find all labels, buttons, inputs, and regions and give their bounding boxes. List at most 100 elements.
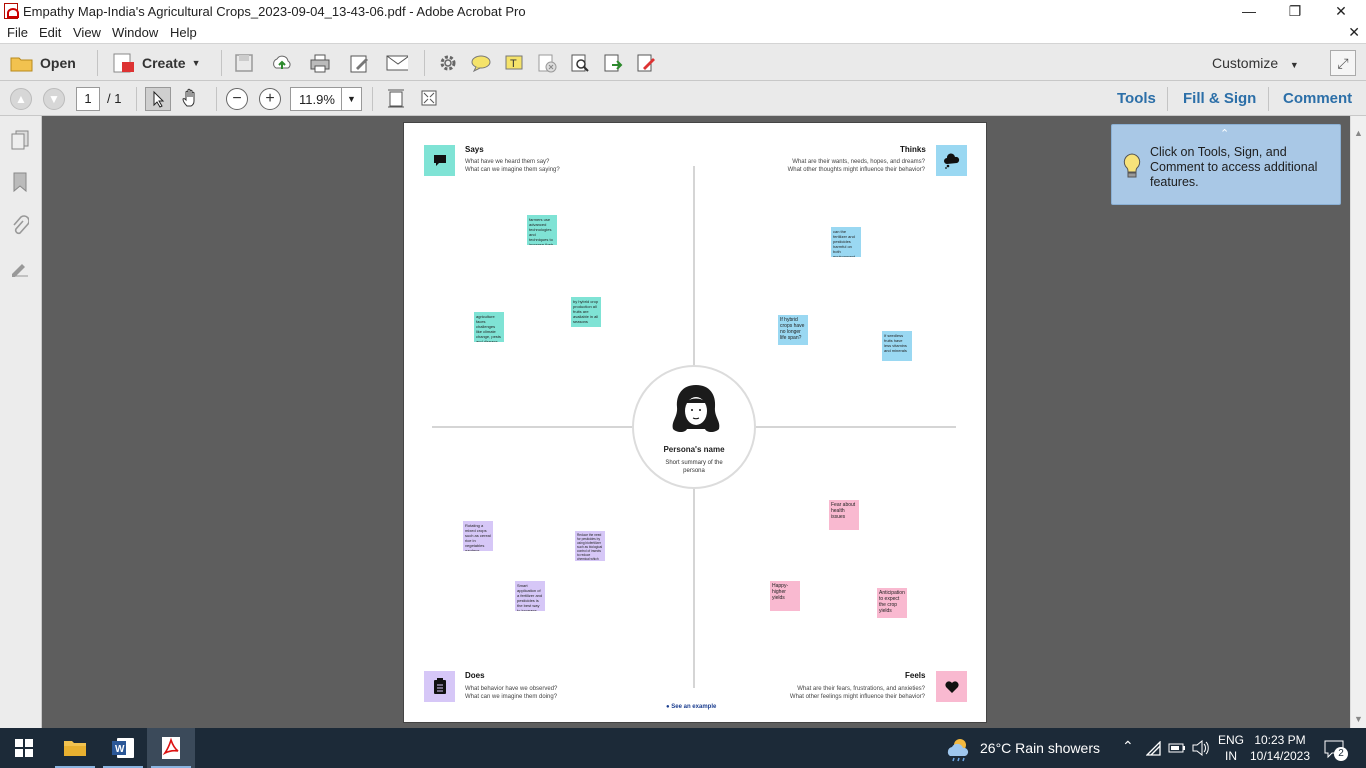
comment-icon[interactable] bbox=[470, 53, 492, 73]
sticky-note[interactable]: Happy- higher yields bbox=[770, 581, 800, 611]
word-app-icon[interactable]: W bbox=[99, 728, 147, 768]
search-icon[interactable] bbox=[569, 53, 591, 73]
main-toolbar: Open Create ▼ T Customize ▼ ⤢ bbox=[0, 43, 1366, 81]
next-page-button[interactable]: ▼ bbox=[43, 88, 65, 110]
scroll-up-icon[interactable]: ▲ bbox=[1354, 128, 1363, 138]
menu-file[interactable]: File bbox=[7, 25, 28, 40]
acrobat-logo-icon bbox=[4, 3, 19, 19]
customize-label: Customize bbox=[1212, 55, 1279, 71]
signatures-icon[interactable] bbox=[8, 256, 32, 280]
svg-text:W: W bbox=[115, 744, 125, 755]
wifi-icon[interactable] bbox=[1146, 741, 1164, 757]
sign-icon[interactable] bbox=[635, 53, 657, 73]
weather-text[interactable]: 26°C Rain showers bbox=[980, 740, 1100, 756]
select-cursor-icon[interactable] bbox=[145, 87, 171, 111]
see-example-label: See an example bbox=[671, 704, 717, 710]
says-question-1: What have we heard them say? bbox=[465, 159, 550, 165]
page-number-input[interactable]: 1 bbox=[76, 87, 100, 111]
menu-bar: File Edit View Window Help ✕ bbox=[0, 23, 1366, 43]
customize-dropdown[interactable]: Customize ▼ bbox=[1212, 55, 1299, 71]
zoom-select[interactable]: 11.9% ▼ bbox=[290, 87, 362, 111]
lightbulb-icon bbox=[1123, 153, 1141, 178]
hand-tool-icon[interactable] bbox=[180, 88, 202, 108]
sticky-note[interactable]: agriculture faces challenges like climat… bbox=[474, 312, 504, 342]
sticky-note[interactable]: Anticipation to expect the crop yields bbox=[877, 588, 907, 618]
feels-question-2: What other feelings might influence thei… bbox=[789, 694, 925, 700]
save-icon[interactable] bbox=[233, 53, 255, 73]
print-icon[interactable] bbox=[309, 53, 331, 73]
language-indicator[interactable]: ENG bbox=[1216, 733, 1246, 747]
attachment-icon[interactable] bbox=[8, 214, 32, 238]
gear-icon[interactable] bbox=[437, 53, 459, 73]
edit-icon[interactable] bbox=[349, 53, 371, 73]
persona-circle: Persona's name Short summary of the pers… bbox=[632, 365, 756, 489]
see-example-link[interactable]: ● See an example bbox=[666, 704, 716, 710]
input-locale: IN bbox=[1225, 749, 1237, 763]
toolbar-separator bbox=[221, 50, 222, 76]
delete-icon[interactable] bbox=[536, 53, 558, 73]
feels-question-1: What are their fears, frustrations, and … bbox=[797, 686, 925, 692]
menu-edit[interactable]: Edit bbox=[39, 25, 61, 40]
windows-taskbar: W 26°C Rain showers ⌃ ENG IN 10:23 PM 10… bbox=[0, 728, 1366, 768]
sticky-note[interactable]: Reduce the need for pesticides by using … bbox=[575, 531, 605, 561]
restore-button[interactable]: ❐ bbox=[1272, 0, 1318, 23]
expand-icon[interactable]: ⤢ bbox=[1330, 50, 1356, 76]
battery-icon[interactable] bbox=[1168, 742, 1186, 754]
menu-window[interactable]: Window bbox=[112, 25, 158, 40]
toolbar-separator bbox=[97, 50, 98, 76]
sticky-note[interactable]: Smart application of a fertilizer and pe… bbox=[515, 581, 545, 611]
chevron-up-icon[interactable]: ⌃ bbox=[1220, 127, 1229, 140]
folder-icon bbox=[10, 57, 33, 72]
bookmark-icon[interactable] bbox=[8, 170, 32, 194]
menu-view[interactable]: View bbox=[73, 25, 101, 40]
page-thumbnails-icon[interactable] bbox=[8, 128, 32, 152]
email-icon[interactable] bbox=[386, 53, 408, 73]
sticky-note[interactable]: Rotating a mixed crops such as cereal ri… bbox=[463, 521, 493, 551]
create-label: Create bbox=[142, 55, 186, 71]
speaker-icon[interactable] bbox=[1191, 740, 1211, 756]
export-icon[interactable] bbox=[602, 53, 624, 73]
create-button[interactable]: Create ▼ bbox=[112, 51, 201, 75]
chevron-up-icon[interactable]: ⌃ bbox=[1122, 738, 1134, 755]
highlight-icon[interactable]: T bbox=[503, 53, 525, 73]
zoom-out-button[interactable]: − bbox=[226, 88, 248, 110]
clock-time[interactable]: 10:23 PM bbox=[1248, 733, 1312, 747]
zoom-in-button[interactable]: + bbox=[259, 88, 281, 110]
full-screen-icon[interactable] bbox=[418, 88, 440, 108]
page-total: / 1 bbox=[107, 91, 122, 106]
scroll-down-icon[interactable]: ▼ bbox=[1354, 714, 1363, 724]
upload-cloud-icon[interactable] bbox=[271, 53, 293, 73]
previous-page-button[interactable]: ▲ bbox=[10, 88, 32, 110]
persona-avatar bbox=[672, 385, 720, 432]
menu-help[interactable]: Help bbox=[170, 25, 197, 40]
windows-start-icon[interactable] bbox=[0, 728, 48, 768]
sticky-note[interactable]: If seedless fruits have less vitamins an… bbox=[882, 331, 912, 361]
close-document-icon[interactable]: ✕ bbox=[1348, 24, 1360, 41]
close-window-button[interactable]: ✕ bbox=[1318, 0, 1364, 23]
file-explorer-icon[interactable] bbox=[51, 728, 99, 768]
vertical-scrollbar[interactable]: ▲ ▼ bbox=[1350, 116, 1366, 728]
tools-link[interactable]: Tools bbox=[1117, 90, 1156, 107]
sticky-note[interactable]: farmers use advanced technologies and te… bbox=[527, 215, 557, 245]
chevron-down-icon[interactable]: ▼ bbox=[341, 88, 361, 110]
tools-tip-callout: ⌃ Click on Tools, Sign, and Comment to a… bbox=[1111, 124, 1341, 205]
minimize-button[interactable]: — bbox=[1226, 0, 1272, 23]
clock-date[interactable]: 10/14/2023 bbox=[1248, 749, 1312, 763]
speech-bubble-icon bbox=[424, 145, 455, 176]
zoom-value: 11.9% bbox=[299, 92, 335, 107]
sticky-note[interactable]: by hybrid crop production all fruits are… bbox=[571, 297, 601, 327]
sticky-note[interactable]: Fear about health issues bbox=[829, 500, 859, 530]
fill-sign-link[interactable]: Fill & Sign bbox=[1183, 90, 1256, 107]
comment-link[interactable]: Comment bbox=[1283, 90, 1352, 107]
sticky-note[interactable]: can the fertilizer and pesticides harmfu… bbox=[831, 227, 861, 257]
persona-summary: Short summary of the persona bbox=[665, 460, 723, 474]
does-question-2: What can we imagine them doing? bbox=[465, 694, 558, 700]
sticky-note[interactable]: If hybrid crops have no longer life span… bbox=[778, 315, 808, 345]
toolbar-separator bbox=[372, 87, 373, 111]
navigation-toolbar: ▲ ▼ 1 / 1 − + 11.9% ▼ Tools Fill & Sign … bbox=[0, 81, 1366, 116]
acrobat-app-icon[interactable] bbox=[147, 728, 195, 768]
does-question-1: What behavior have we observed? bbox=[465, 686, 558, 692]
open-button[interactable]: Open bbox=[10, 51, 76, 75]
fit-page-icon[interactable] bbox=[385, 88, 407, 108]
feels-title: Feels bbox=[905, 671, 926, 680]
